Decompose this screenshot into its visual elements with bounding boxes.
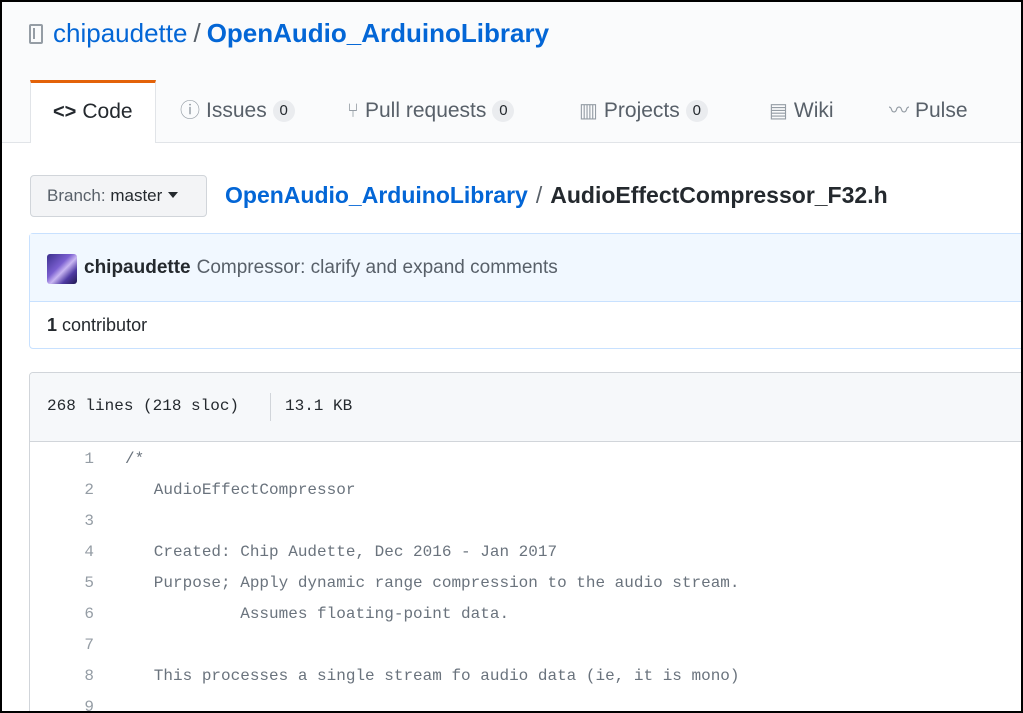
code-icon: <> [53, 101, 77, 123]
tab-code[interactable]: <> Code [30, 80, 156, 143]
line-number[interactable]: 1 [30, 444, 94, 475]
repo-header: chipaudette / OpenAudio_ArduinoLibrary <> C… [2, 2, 1021, 143]
line-number[interactable]: 2 [30, 475, 94, 506]
tab-pulse[interactable]: 〰 Pulse [889, 80, 968, 142]
branch-select-button[interactable]: Branch: master [30, 175, 207, 217]
contributors-count: 1 [47, 315, 58, 335]
latest-commit: chipaudette Compressor: clarify and expan… [30, 234, 1021, 302]
screenshot-frame: chipaudette / OpenAudio_ArduinoLibrary <> C… [0, 0, 1023, 713]
breadcrumb-file-name: AudioEffectCompressor_F32.h [550, 182, 888, 208]
line-number[interactable]: 9 [30, 692, 94, 711]
file-size: 13.1 KB [285, 397, 353, 415]
pulse-icon: 〰 [889, 100, 909, 122]
branch-name: master [110, 186, 163, 205]
branch-prefix: Branch: [47, 186, 106, 205]
commit-line: chipaudette Compressor: clarify and expan… [84, 256, 558, 280]
caret-down-icon [168, 192, 179, 198]
line-content: Created: Chip Audette, Dec 2016 - Jan 20… [125, 543, 558, 561]
line-content: AudioEffectCompressor [125, 481, 356, 499]
commit-tease: chipaudette Compressor: clarify and expan… [29, 233, 1021, 349]
breadcrumb-separator: / [535, 182, 543, 208]
tab-label: Issues [206, 99, 267, 122]
tab-label: Code [82, 100, 133, 123]
tab-pull-requests[interactable]: ⑂ Pull requests 0 [347, 80, 515, 142]
breadcrumb-repo-link[interactable]: OpenAudio_ArduinoLibrary [225, 182, 528, 208]
line-content: Assumes floating-point data. [125, 605, 510, 623]
code-line: 7 [30, 630, 1021, 661]
line-number[interactable]: 4 [30, 537, 94, 568]
tab-projects[interactable]: ▥ Projects 0 [579, 80, 708, 142]
file-header: 268 lines (218 sloc) 13.1 KB [30, 373, 1021, 442]
projects-counter: 0 [685, 100, 708, 122]
tab-issues[interactable]: ⓘ Issues 0 [180, 80, 295, 142]
line-number[interactable]: 8 [30, 661, 94, 692]
repo-icon [29, 24, 43, 44]
code-line: 9 [30, 692, 1021, 711]
code-line: 5 Purpose; Apply dynamic range compressi… [30, 568, 1021, 599]
issues-counter: 0 [272, 100, 295, 122]
code-line: 3 [30, 506, 1021, 537]
issue-icon: ⓘ [180, 100, 200, 122]
code-line: 4 Created: Chip Audette, Dec 2016 - Jan … [30, 537, 1021, 568]
commit-message-link[interactable]: Compressor: clarify and expand comments [197, 257, 558, 278]
repo-link[interactable]: OpenAudio_ArduinoLibrary [207, 18, 549, 48]
file-line-count: 268 lines (218 sloc) [47, 397, 240, 415]
tab-wiki[interactable]: ▤ Wiki [769, 80, 834, 142]
tab-label: Projects [603, 99, 680, 122]
line-number[interactable]: 7 [30, 630, 94, 661]
tab-label: Wiki [793, 99, 834, 122]
code-line: 8 This processes a single stream fo audi… [30, 661, 1021, 692]
commit-author-link[interactable]: chipaudette [84, 257, 191, 278]
code-line: 2 AudioEffectCompressor [30, 475, 1021, 506]
owner-link[interactable]: chipaudette [53, 18, 187, 48]
tab-label: Pull requests [365, 99, 487, 122]
file-breadcrumb: OpenAudio_ArduinoLibrary / AudioEffectComp… [225, 180, 888, 210]
file-viewer: 268 lines (218 sloc) 13.1 KB 1 /* 2 Audio… [29, 372, 1021, 711]
avatar[interactable] [47, 254, 77, 284]
contributors-summary[interactable]: 1 contributor [47, 314, 147, 336]
project-icon: ▥ [579, 100, 598, 122]
code-line: 1 /* [30, 444, 1021, 475]
code-line: 6 Assumes floating-point data. [30, 599, 1021, 630]
book-icon: ▤ [769, 100, 788, 122]
tab-label: Pulse [915, 99, 968, 122]
line-number[interactable]: 3 [30, 506, 94, 537]
repo-nav: <> Code ⓘ Issues 0 ⑂ Pull requests 0 ▥ Project… [2, 80, 1021, 143]
line-content: Purpose; Apply dynamic range compression… [125, 574, 740, 592]
line-number[interactable]: 5 [30, 568, 94, 599]
pull-request-icon: ⑂ [347, 100, 359, 122]
repo-title: chipaudette / OpenAudio_ArduinoLibrary [29, 16, 549, 50]
title-separator: / [193, 18, 201, 48]
contributors-label: contributor [62, 315, 148, 335]
line-content: This processes a single stream fo audio … [125, 667, 740, 685]
line-content: /* [125, 450, 145, 468]
pull-requests-counter: 0 [492, 100, 515, 122]
line-number[interactable]: 6 [30, 599, 94, 630]
file-info-divider [270, 393, 271, 421]
